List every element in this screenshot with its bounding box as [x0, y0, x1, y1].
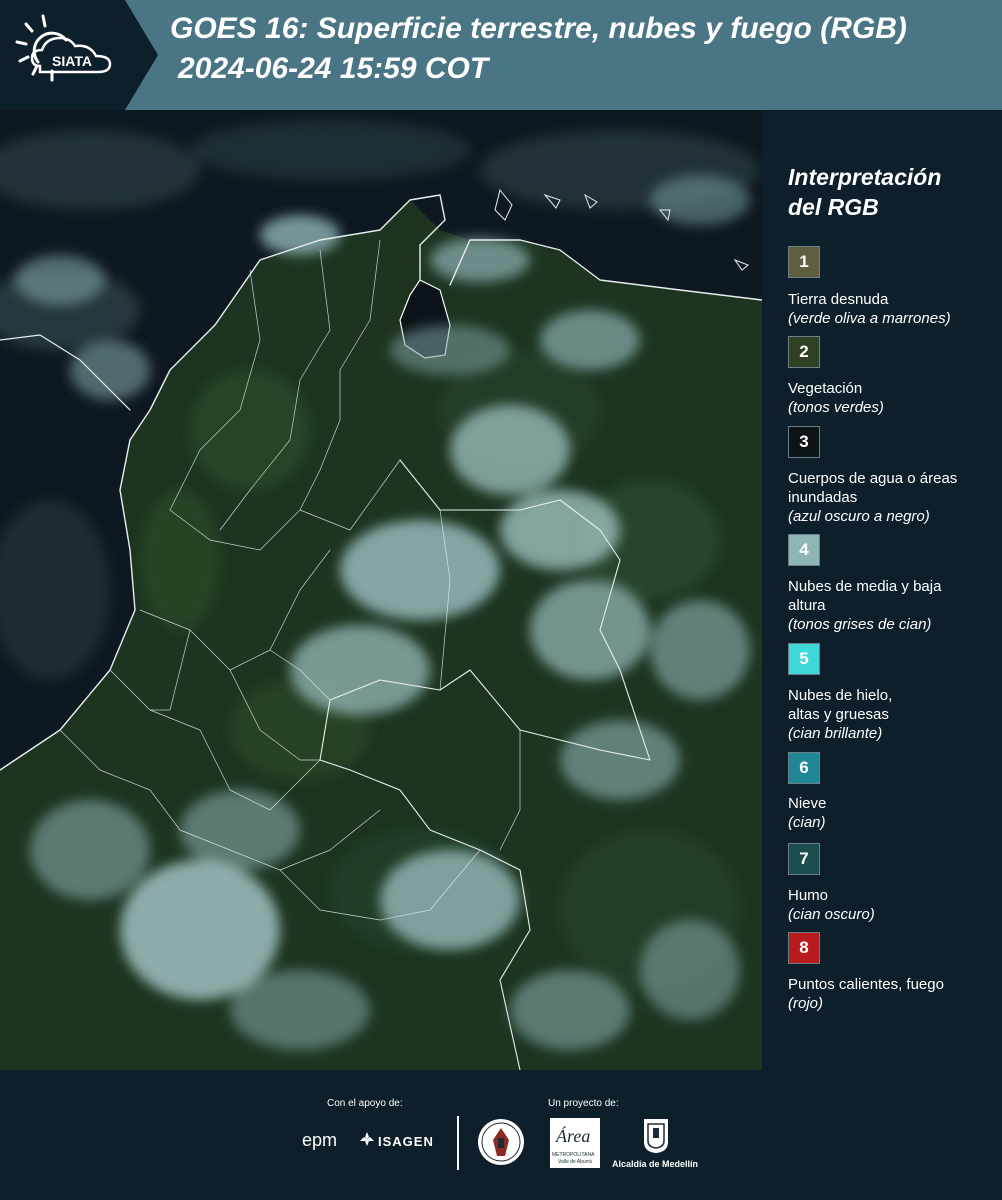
- legend-item-label: Puntos calientes, fuego: [788, 976, 944, 993]
- legend-item-2: Vegetación (tonos verdes): [788, 379, 993, 417]
- legend-number: 1: [799, 252, 809, 271]
- legend-swatch-1: 1: [788, 246, 820, 278]
- area-metropolitana-logo[interactable]: Área METROPOLITANA Valle de Aburrá: [550, 1118, 600, 1168]
- epm-logo[interactable]: epm: [302, 1130, 337, 1151]
- legend-swatch-6: 6: [788, 752, 820, 784]
- legend-title: Interpretación del RGB: [788, 162, 988, 222]
- legend-item-label: Nieve: [788, 795, 827, 812]
- legend-item-sublabel: (tonos grises de cian): [788, 616, 932, 633]
- satellite-map[interactable]: [0, 110, 762, 1070]
- legend-item-label: Tierra desnuda: [788, 291, 889, 308]
- legend-number: 7: [799, 849, 809, 868]
- footer-divider: [457, 1116, 459, 1170]
- page-timestamp: 2024-06-24 15:59 COT: [178, 52, 489, 85]
- legend-item-label: Vegetación: [788, 380, 863, 397]
- siata-logo-text: SIATA: [52, 53, 92, 69]
- legend-number: 3: [799, 432, 809, 451]
- legend-item-sublabel: (cian oscuro): [788, 906, 875, 923]
- legend-item-5: Nubes de hielo, altas y gruesas (cian br…: [788, 686, 928, 743]
- legend-item-1: Tierra desnuda (verde oliva a marrones): [788, 290, 993, 328]
- legend-swatch-4: 4: [788, 534, 820, 566]
- legend-swatch-3: 3: [788, 426, 820, 458]
- legend-number: 4: [799, 540, 809, 559]
- legend-item-label: Nubes de media y baja altura: [788, 578, 942, 614]
- isagen-icon: [360, 1132, 374, 1146]
- legend-item-sublabel: (verde oliva a marrones): [788, 310, 951, 327]
- legend-swatch-7: 7: [788, 843, 820, 875]
- legend-item-sublabel: (tonos verdes): [788, 399, 884, 416]
- legend-swatch-8: 8: [788, 932, 820, 964]
- project-caption: Un proyecto de:: [548, 1098, 619, 1109]
- legend-item-label: Humo: [788, 887, 829, 904]
- alcaldia-logo[interactable]: Alcaldía de Medellín: [612, 1159, 698, 1169]
- gobernacion-seal[interactable]: [477, 1118, 525, 1166]
- legend-item-3: Cuerpos de agua o áreas inundadas (azul …: [788, 469, 958, 526]
- siata-logo[interactable]: SIATA: [0, 0, 160, 110]
- legend-number: 2: [799, 342, 809, 361]
- legend-title-line2: del RGB: [788, 194, 879, 220]
- legend-item-label: Cuerpos de agua o áreas inundadas: [788, 470, 958, 506]
- area-logo-sub: METROPOLITANA: [552, 1152, 595, 1158]
- support-caption: Con el apoyo de:: [327, 1098, 403, 1109]
- isagen-logo[interactable]: ISAGEN: [378, 1134, 434, 1149]
- legend-item-label: Nubes de hielo, altas y gruesas: [788, 687, 893, 723]
- legend-item-sublabel: (cian): [788, 814, 826, 831]
- legend-number: 5: [799, 649, 809, 668]
- legend-swatch-5: 5: [788, 643, 820, 675]
- legend-item-sublabel: (azul oscuro a negro): [788, 508, 930, 525]
- legend-item-6: Nieve (cian): [788, 794, 993, 832]
- alcaldia-shield-icon: [643, 1118, 669, 1154]
- legend-number: 8: [799, 938, 809, 957]
- area-logo-name: Área: [556, 1126, 591, 1146]
- legend-item-8: Puntos calientes, fuego (rojo): [788, 975, 993, 1013]
- legend-item-7: Humo (cian oscuro): [788, 886, 993, 924]
- legend-title-line1: Interpretación: [788, 164, 942, 190]
- legend-panel: Interpretación del RGB 1 Tierra desnuda …: [772, 110, 997, 1070]
- legend-swatch-2: 2: [788, 336, 820, 368]
- header: SIATA GOES 16: Superficie terrestre, nub…: [0, 0, 1002, 110]
- footer: Con el apoyo de: Un proyecto de: epm ISA…: [0, 1070, 1002, 1200]
- area-logo-sub2: Valle de Aburrá: [558, 1159, 592, 1165]
- legend-item-4: Nubes de media y baja altura (tonos gris…: [788, 577, 948, 634]
- legend-item-sublabel: (cian brillante): [788, 725, 883, 742]
- legend-item-sublabel: (rojo): [788, 995, 824, 1012]
- page-title: GOES 16: Superficie terrestre, nubes y f…: [170, 12, 907, 45]
- legend-number: 6: [799, 758, 809, 777]
